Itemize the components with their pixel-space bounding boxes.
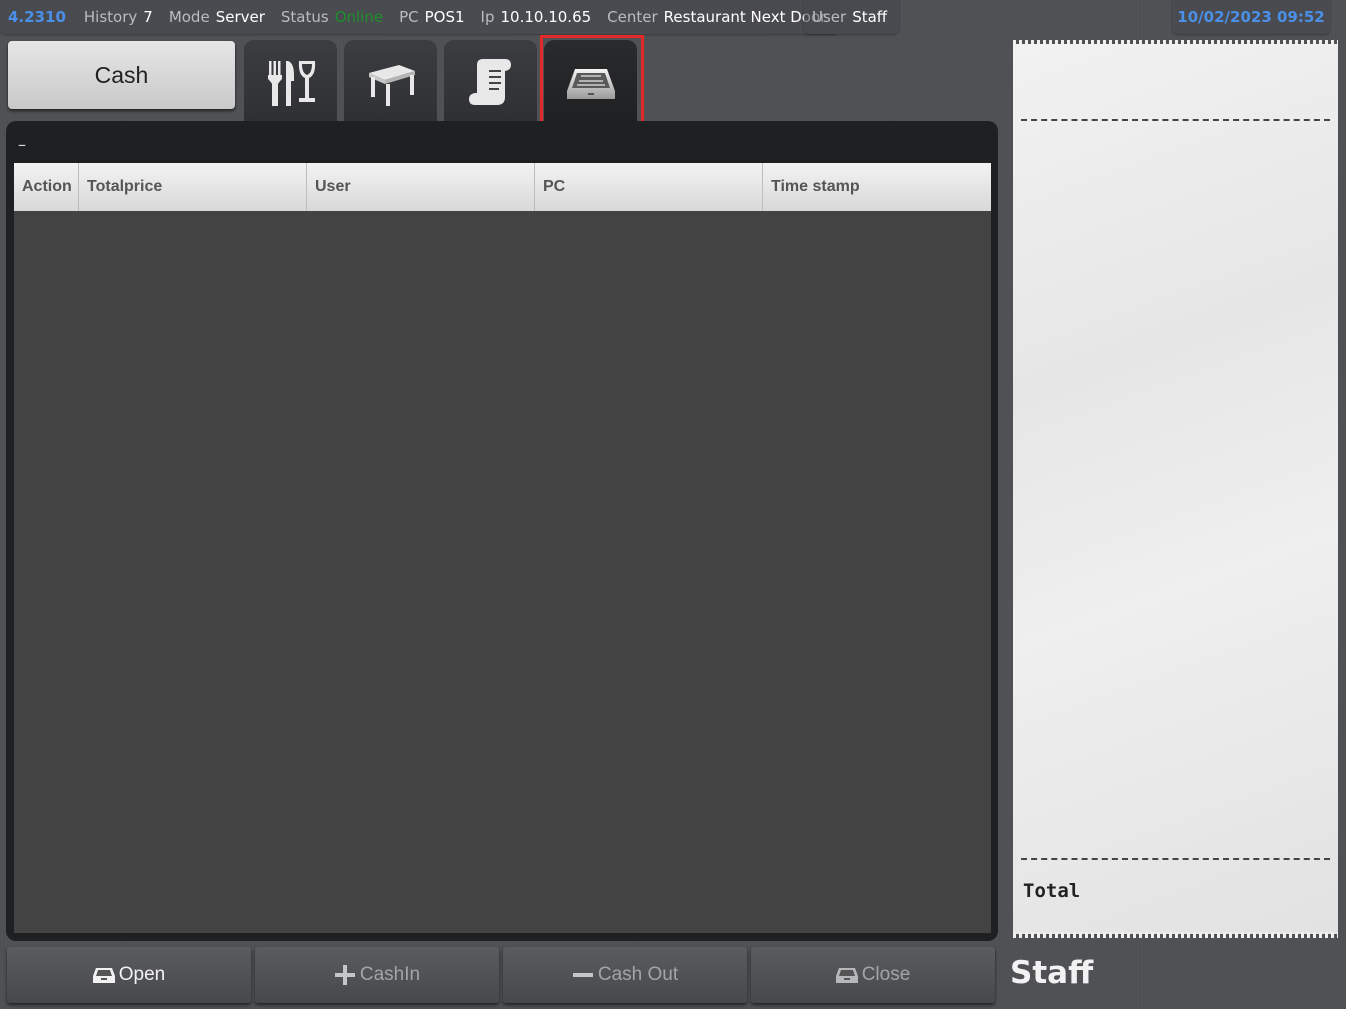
user-info-group: User Staff [804, 0, 900, 34]
status-label: Status [280, 8, 329, 26]
cash-button-label: Cash [94, 61, 149, 88]
datetime: 10/02/2023 09:52 [1177, 8, 1325, 26]
column-header-pc[interactable]: PC [535, 163, 763, 211]
ip-value: 10.10.10.65 [500, 8, 592, 26]
column-header-user[interactable]: User [307, 163, 535, 211]
cash-out-button[interactable]: Cash Out [503, 947, 747, 1003]
close-button[interactable]: Close [751, 947, 995, 1003]
table-icon [368, 65, 415, 106]
open-button-label: Open [118, 964, 166, 985]
status-value: Online [334, 8, 384, 26]
datetime-group: 10/02/2023 09:52 [1172, 0, 1330, 34]
plus-icon [334, 965, 355, 985]
panel-title: – [18, 135, 26, 154]
current-user-name: Staff [1010, 955, 1094, 991]
status-bar: 4.2310 History 7 Mode Server Status Onli… [0, 0, 1346, 34]
receipt-divider-bottom [1021, 858, 1330, 860]
cash-out-button-label: Cash Out [597, 964, 679, 985]
pc-label: PC [399, 8, 419, 26]
receipt-divider-top [1021, 119, 1330, 121]
user-label: User [812, 8, 847, 26]
tab-cash-drawer[interactable] [544, 40, 637, 122]
ip-label: Ip [480, 8, 495, 26]
table-header: Action Totalprice User PC Time stamp [14, 163, 991, 211]
pc-value: POS1 [424, 8, 465, 26]
table-body[interactable] [14, 211, 991, 933]
receipt-preview: Total [1013, 40, 1338, 938]
cash-log-panel: – Action Totalprice User PC Time stamp [6, 121, 998, 941]
close-button-label: Close [861, 964, 911, 985]
cash-drawer-icon [566, 69, 615, 99]
center-value: Restaurant Next Door [663, 8, 827, 26]
cash-button[interactable]: Cash [8, 41, 235, 109]
tab-menu[interactable] [244, 40, 337, 122]
tab-receipts[interactable] [444, 40, 537, 122]
minus-icon [572, 973, 593, 977]
column-header-totalprice[interactable]: Totalprice [79, 163, 307, 211]
receipt-total-label: Total [1023, 880, 1081, 902]
cash-in-button-label: CashIn [359, 964, 421, 985]
status-info-group: 4.2310 History 7 Mode Server Status Onli… [0, 0, 839, 34]
cash-drawer-icon [835, 968, 858, 983]
user-value: Staff [852, 8, 888, 26]
cutlery-glass-icon [267, 61, 315, 106]
tab-tables[interactable] [344, 40, 437, 122]
history-value: 7 [143, 8, 153, 26]
column-header-timestamp[interactable]: Time stamp [763, 163, 991, 211]
mode-value: Server [215, 8, 265, 26]
mode-label: Mode [168, 8, 210, 26]
column-header-action[interactable]: Action [14, 163, 79, 211]
center-label: Center [607, 8, 658, 26]
cash-in-button[interactable]: CashIn [255, 947, 499, 1003]
receipt-icon [468, 59, 511, 105]
cash-drawer-icon [92, 968, 115, 983]
version-number: 4.2310 [8, 8, 66, 26]
history-label: History [83, 8, 138, 26]
open-button[interactable]: Open [7, 947, 251, 1003]
